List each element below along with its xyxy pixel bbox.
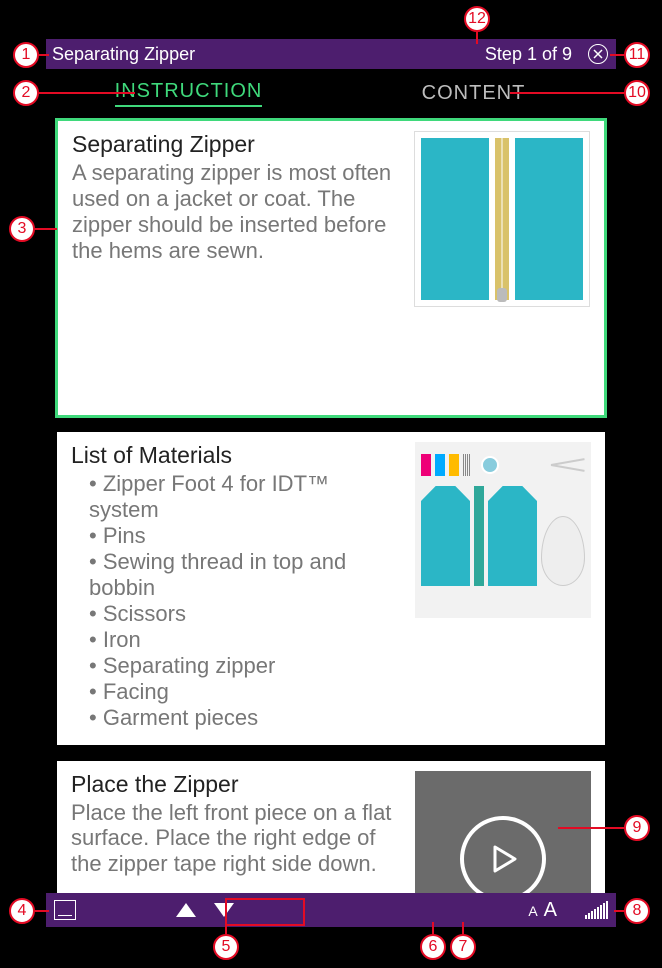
nav-group (176, 903, 234, 917)
next-step-button[interactable] (214, 903, 234, 917)
callout-number: 4 (9, 898, 35, 924)
list-item: Iron (89, 627, 401, 653)
callout-number: 11 (624, 42, 650, 68)
list-item: Pins (89, 523, 401, 549)
font-decrease-button[interactable]: A (528, 903, 537, 919)
callout: 1 (13, 42, 49, 68)
callout: 4 (9, 898, 49, 924)
step-indicator: Step 1 of 9 (485, 44, 572, 65)
instruction-card[interactable]: List of Materials Zipper Foot 4 for IDT™… (56, 431, 606, 746)
project-title: Separating Zipper (52, 44, 485, 65)
list-item: Facing (89, 679, 401, 705)
card-illustration (415, 442, 591, 618)
callout-number: 8 (624, 898, 650, 924)
callout-number: 5 (213, 934, 239, 960)
callout-number: 7 (450, 934, 476, 960)
callout-number: 9 (624, 815, 650, 841)
instruction-card[interactable]: Place the Zipper Place the left front pi… (56, 760, 606, 893)
callout-number: 3 (9, 216, 35, 242)
list-item: Sewing thread in top and bobbin (89, 549, 401, 601)
bottombar: A A (46, 893, 616, 927)
callout: 11 (610, 42, 650, 68)
card-text: Place the Zipper Place the left front pi… (71, 771, 401, 893)
callout: 2 (13, 80, 135, 106)
callout: 10 (510, 80, 650, 106)
card-text: Separating Zipper A separating zipper is… (72, 131, 400, 401)
callout-number: 12 (464, 6, 490, 32)
list-item: Separating zipper (89, 653, 401, 679)
callout-number: 6 (420, 934, 446, 960)
prev-step-button[interactable] (176, 903, 196, 917)
close-icon (593, 49, 603, 59)
card-text: List of Materials Zipper Foot 4 for IDT™… (71, 442, 401, 731)
resize-handle[interactable] (585, 901, 608, 919)
content-area[interactable]: Separating Zipper A separating zipper is… (46, 117, 616, 893)
callout: 8 (614, 898, 650, 924)
callout: 6 (420, 922, 446, 960)
callout-number: 2 (13, 80, 39, 106)
tab-instruction-label: INSTRUCTION (115, 80, 263, 107)
minimize-button[interactable] (54, 900, 76, 920)
callout: 12 (464, 6, 490, 44)
card-body: A separating zipper is most often used o… (72, 160, 400, 264)
app-window: Separating Zipper Step 1 of 9 INSTRUCTIO… (46, 39, 616, 927)
list-item: Garment pieces (89, 705, 401, 731)
callout-number: 1 (13, 42, 39, 68)
card-body: Place the left front piece on a flat sur… (71, 800, 401, 893)
callout: 3 (9, 216, 57, 242)
card-title: Separating Zipper (72, 131, 400, 158)
callout: 7 (450, 922, 476, 960)
materials-list: Zipper Foot 4 for IDT™ system Pins Sewin… (71, 471, 401, 731)
paragraph: Place the left front piece on a flat sur… (71, 800, 401, 878)
callout: 9 (558, 815, 650, 841)
font-increase-button[interactable]: A (544, 899, 557, 922)
list-item: Zipper Foot 4 for IDT™ system (89, 471, 401, 523)
card-body: Zipper Foot 4 for IDT™ system Pins Sewin… (71, 471, 401, 731)
titlebar: Separating Zipper Step 1 of 9 (46, 39, 616, 69)
callout: 5 (213, 926, 239, 960)
card-illustration (414, 131, 590, 307)
card-title: List of Materials (71, 442, 401, 469)
chevron-down-icon (214, 903, 234, 917)
instruction-card[interactable]: Separating Zipper A separating zipper is… (56, 119, 606, 417)
callout-number: 10 (624, 80, 650, 106)
play-button[interactable] (460, 816, 546, 893)
list-item: Scissors (89, 601, 401, 627)
chevron-up-icon (176, 903, 196, 917)
play-icon (485, 841, 521, 877)
minimize-icon (54, 900, 76, 920)
font-size-group: A A (528, 899, 557, 922)
card-title: Place the Zipper (71, 771, 401, 798)
close-button[interactable] (588, 44, 608, 64)
